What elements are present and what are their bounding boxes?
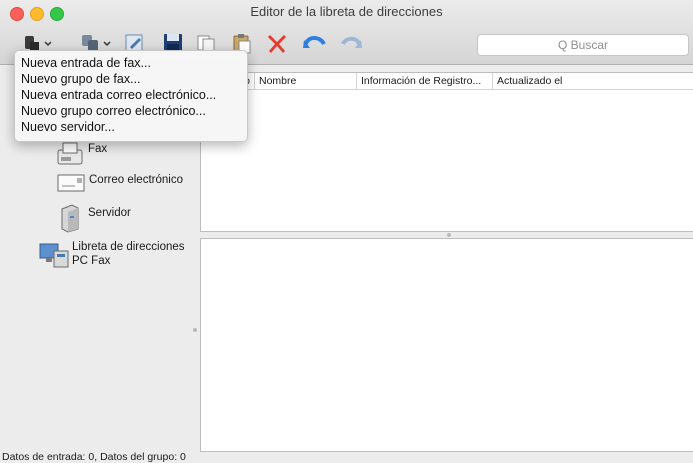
search-placeholder: Q Buscar	[557, 38, 608, 52]
sidebar-item-label: Libreta de direcciones PC Fax	[72, 241, 185, 267]
sidebar-item-pc-fax[interactable]: Libreta de direcciones PC Fax	[38, 239, 185, 269]
status-text: Datos de entrada: 0, Datos del grupo: 0	[2, 451, 186, 463]
menu-item-new-email-group[interactable]: Nuevo grupo correo electrónico...	[21, 104, 206, 119]
sidebar-item-email[interactable]: Correo electrónico	[57, 171, 183, 195]
menu-item-new-email-entry[interactable]: Nueva entrada correo electrónico...	[21, 88, 216, 103]
menu-item-new-fax-entry[interactable]: Nueva entrada de fax...	[21, 56, 151, 71]
sidebar-item-server[interactable]: Servidor	[58, 203, 131, 233]
menu-item-new-fax-group[interactable]: Nuevo grupo de fax...	[21, 72, 141, 87]
sidebar-item-fax[interactable]: Fax	[55, 140, 107, 170]
column-header-updated[interactable]: Actualizado el	[493, 73, 693, 89]
column-header-name[interactable]: Nombre	[255, 73, 357, 89]
window-title: Editor de la libreta de direcciones	[250, 4, 443, 19]
pane-splitter[interactable]	[200, 231, 693, 238]
email-icon	[57, 174, 85, 192]
search-input[interactable]: Q Buscar	[477, 34, 689, 56]
sidebar-item-label: Servidor	[88, 207, 131, 219]
sidebar-resize-handle[interactable]	[193, 328, 197, 332]
redo-icon	[341, 36, 362, 48]
server-icon	[61, 204, 79, 233]
details-pane	[200, 238, 693, 452]
new-entry-menu: Nueva entrada de fax... Nuevo grupo de f…	[14, 50, 248, 142]
menu-item-new-server[interactable]: Nuevo servidor...	[21, 120, 115, 135]
undo-icon	[303, 36, 326, 48]
pc-fax-icon	[39, 243, 69, 268]
splitter-handle-dot	[447, 233, 451, 237]
fax-icon	[57, 142, 83, 165]
delete-button[interactable]	[264, 30, 290, 56]
redo-button[interactable]	[338, 30, 364, 56]
sidebar-item-label: Fax	[88, 143, 108, 155]
entries-list[interactable]: o Nombre Información de Registro... Actu…	[200, 72, 693, 232]
delete-icon	[268, 35, 286, 53]
column-header-registration[interactable]: Información de Registro...	[357, 73, 493, 89]
sidebar-item-label: Correo electrónico	[89, 174, 183, 186]
undo-button[interactable]	[301, 30, 329, 56]
table-header: o Nombre Información de Registro... Actu…	[201, 73, 693, 90]
